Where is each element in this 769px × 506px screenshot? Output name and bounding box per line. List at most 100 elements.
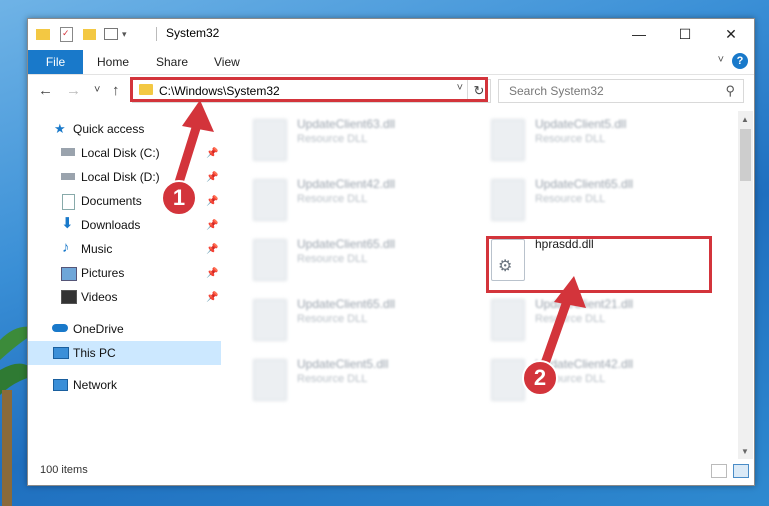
window-title: System32 (166, 26, 220, 40)
sidebar-item-label: Pictures (81, 266, 125, 280)
list-item[interactable]: UpdateClient63.dll Resource DLL (223, 111, 453, 161)
status-bar: 100 items (28, 459, 754, 485)
drive-icon (61, 148, 75, 156)
address-highlight (130, 77, 488, 102)
file-name: UpdateClient65.dll (297, 297, 396, 311)
file-name: UpdateClient63.dll (297, 117, 396, 131)
forward-button[interactable]: → (66, 82, 81, 99)
maximize-button[interactable]: ☐ (662, 19, 708, 49)
tab-view[interactable]: View (214, 50, 240, 74)
annotation-badge-1: 1 (161, 180, 197, 216)
details-view-icon[interactable] (711, 464, 727, 478)
documents-icon (62, 194, 75, 210)
pin-icon[interactable]: 📌 (206, 268, 218, 279)
pin-icon[interactable]: 📌 (206, 172, 218, 183)
quick-access-toolbar: ✓ ▾ (36, 25, 127, 43)
computer-icon (53, 347, 69, 359)
vertical-scrollbar[interactable]: ▲ ▼ (738, 111, 753, 459)
videos-icon (61, 290, 77, 304)
list-item[interactable]: UpdateClient42.dll Resource DLL (461, 351, 691, 401)
sidebar-item-label: Quick access (73, 122, 145, 136)
scrollbar-thumb[interactable] (740, 129, 751, 181)
sidebar-item-label: Music (81, 242, 113, 256)
star-icon: ★ (54, 121, 66, 136)
pictures-icon (61, 267, 77, 281)
cloud-icon (52, 324, 68, 332)
file-type: Resource DLL (297, 193, 368, 205)
file-explorer-window: ✓ ▾ System32 — ☐ ✕ File Home Share View … (27, 18, 755, 486)
pin-icon[interactable]: 📌 (206, 148, 218, 159)
up-button[interactable]: ↑ (112, 82, 120, 99)
help-button[interactable]: ? (732, 53, 748, 69)
chevron-down-icon[interactable]: ▾ (122, 29, 127, 40)
search-input[interactable]: Search System32 ⚲ (498, 79, 744, 103)
dll-file-icon (491, 119, 525, 161)
list-item[interactable]: UpdateClient42.dll Resource DLL (223, 171, 453, 221)
sidebar-item-label: Videos (81, 290, 118, 304)
dll-file-icon (253, 119, 287, 161)
sidebar-item-label: Local Disk (C:) (81, 146, 160, 160)
new-folder-icon[interactable] (83, 28, 96, 40)
folder-icon (36, 28, 50, 40)
scroll-up-icon[interactable]: ▲ (741, 115, 749, 124)
sidebar-item-label: Downloads (81, 218, 141, 232)
dll-file-icon (253, 299, 287, 341)
list-item[interactable]: UpdateClient21.dll Resource DLL (461, 291, 691, 341)
tab-home[interactable]: Home (97, 50, 129, 74)
sidebar-item-label: OneDrive (73, 322, 124, 336)
expand-ribbon-icon[interactable]: ˅ (718, 54, 724, 66)
file-type: Resource DLL (297, 133, 368, 145)
dll-file-icon (253, 179, 287, 221)
sidebar-item-network[interactable]: Network (28, 373, 221, 397)
file-name: UpdateClient5.dll (535, 117, 627, 131)
dll-file-icon (491, 299, 525, 341)
dll-file-icon (253, 239, 287, 281)
scroll-down-icon[interactable]: ▼ (741, 447, 749, 456)
annotation-badge-2: 2 (522, 360, 558, 396)
list-item[interactable]: UpdateClient5.dll Resource DLL (223, 351, 453, 401)
list-item[interactable]: UpdateClient65.dll Resource DLL (461, 171, 691, 221)
file-name: UpdateClient21.dll (535, 297, 634, 311)
sidebar-item-music[interactable]: ♪ Music 📌 (28, 237, 221, 261)
close-button[interactable]: ✕ (708, 19, 754, 49)
file-name: UpdateClient42.dll (297, 177, 396, 191)
sidebar-item-this-pc[interactable]: This PC (28, 341, 221, 365)
navigation-bar: ← → ˅ ↑ C:\Windows\System32 ˅ ↻ Search S… (28, 75, 754, 107)
sidebar-item-label: Local Disk (D:) (81, 170, 160, 184)
search-icon: ⚲ (725, 83, 735, 98)
customize-icon[interactable] (104, 28, 118, 40)
large-icons-view-icon[interactable] (733, 464, 749, 478)
dll-file-icon (253, 359, 287, 401)
tab-file[interactable]: File (28, 50, 83, 74)
sidebar-item-label: This PC (73, 346, 116, 360)
tab-share[interactable]: Share (156, 50, 188, 74)
file-type: Resource DLL (535, 313, 606, 325)
sidebar-item-videos[interactable]: Videos 📌 (28, 285, 221, 309)
sidebar-item-pictures[interactable]: Pictures 📌 (28, 261, 221, 285)
file-name: UpdateClient65.dll (535, 177, 634, 191)
back-button[interactable]: ← (38, 82, 53, 99)
file-type: Resource DLL (297, 313, 368, 325)
sidebar-item-onedrive[interactable]: OneDrive (28, 317, 221, 341)
minimize-button[interactable]: — (616, 19, 662, 49)
pin-icon[interactable]: 📌 (206, 220, 218, 231)
sidebar-item-label: Documents (81, 194, 142, 208)
sidebar-item-quick-access[interactable]: ★ Quick access (28, 117, 221, 141)
pin-icon[interactable]: 📌 (206, 196, 218, 207)
list-item[interactable]: UpdateClient5.dll Resource DLL (461, 111, 691, 161)
ribbon-tabs: File Home Share View ˅ ? (28, 50, 754, 75)
recent-locations-button[interactable]: ˅ (94, 84, 100, 96)
pin-icon[interactable]: 📌 (206, 244, 218, 255)
pin-icon[interactable]: 📌 (206, 292, 218, 303)
drive-icon (61, 173, 75, 180)
file-name: UpdateClient65.dll (297, 237, 396, 251)
properties-icon[interactable]: ✓ (60, 26, 73, 42)
dll-file-icon (491, 359, 525, 401)
file-type: Resource DLL (535, 133, 606, 145)
search-placeholder: Search System32 (509, 84, 604, 98)
list-item[interactable]: UpdateClient65.dll Resource DLL (223, 231, 453, 281)
file-highlight (486, 236, 712, 293)
sidebar-item-local-disk-c[interactable]: Local Disk (C:) 📌 (28, 141, 221, 165)
list-item[interactable]: UpdateClient65.dll Resource DLL (223, 291, 453, 341)
sidebar-item-downloads[interactable]: ⬇ Downloads 📌 (28, 213, 221, 237)
